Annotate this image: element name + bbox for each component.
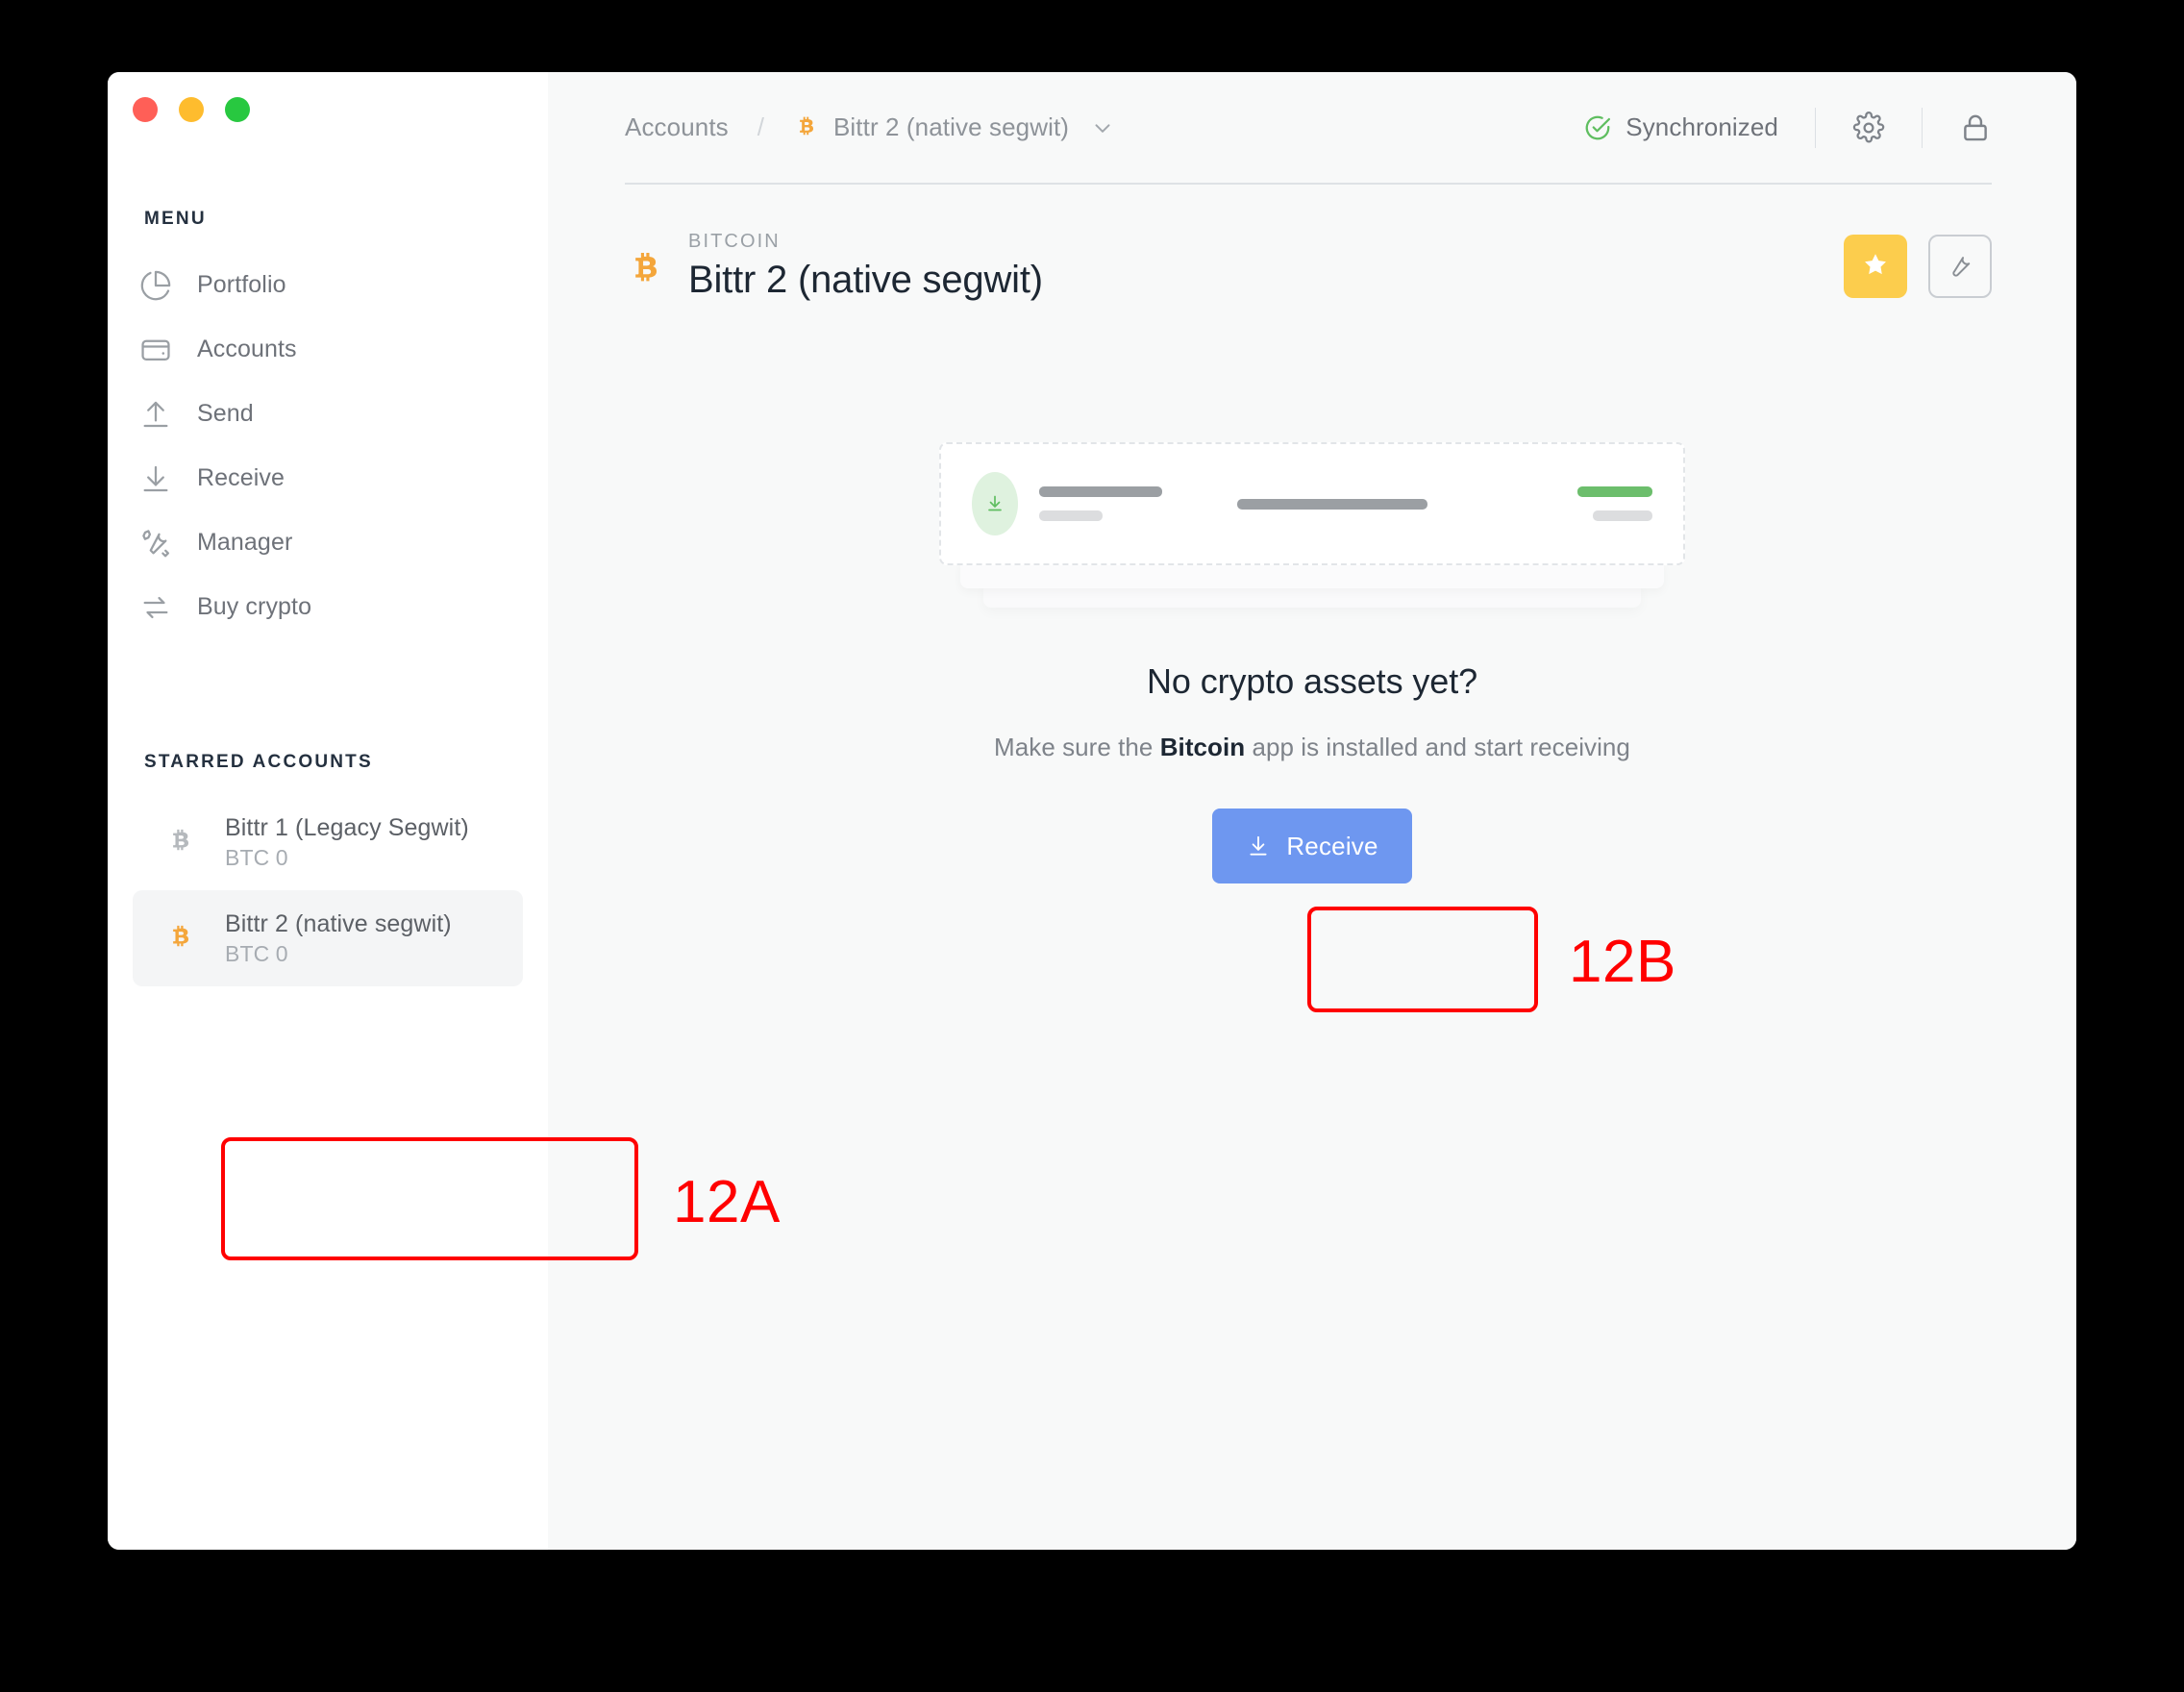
top-bar: Accounts / Bittr 2 (native segwit)	[548, 72, 2076, 183]
receive-button[interactable]: Receive	[1212, 809, 1412, 883]
account-name: Bittr 1 (Legacy Segwit)	[225, 814, 469, 842]
close-window-button[interactable]	[133, 97, 158, 122]
empty-state-subtitle: Make sure the Bitcoin app is installed a…	[994, 733, 1630, 762]
placeholder-left-lines	[1039, 486, 1162, 521]
arrow-down-icon	[139, 462, 184, 495]
sidebar-item-accounts[interactable]: Accounts	[108, 317, 548, 382]
receive-button-wrapper: Receive	[1212, 809, 1412, 883]
placeholder-bar	[1577, 486, 1652, 497]
sidebar: MENU Portfolio	[108, 72, 548, 1550]
breadcrumb-separator: /	[757, 112, 764, 142]
sidebar-item-label: Receive	[197, 464, 285, 492]
account-header-texts: BITCOIN Bittr 2 (native segwit)	[688, 231, 1043, 302]
sidebar-item-receive[interactable]: Receive	[108, 446, 548, 510]
sidebar-account-bittr-1[interactable]: Bittr 1 (Legacy Segwit) BTC 0	[133, 794, 523, 890]
account-texts: Bittr 2 (native segwit) BTC 0	[225, 910, 452, 967]
placeholder-card-stack	[939, 442, 1685, 565]
account-balance: BTC 0	[225, 845, 469, 871]
divider	[1922, 108, 1923, 148]
placeholder-card-mid	[960, 561, 1664, 588]
placeholder-operation-row	[939, 442, 1685, 565]
minimize-window-button[interactable]	[179, 97, 204, 122]
window-traffic-lights	[133, 97, 250, 122]
placeholder-mid-lines	[1237, 499, 1427, 510]
gear-icon[interactable]	[1852, 112, 1885, 144]
sidebar-account-bittr-2[interactable]: Bittr 2 (native segwit) BTC 0	[133, 890, 523, 986]
star-account-button[interactable]	[1844, 235, 1907, 298]
account-name: Bittr 2 (native segwit)	[225, 910, 452, 938]
pie-chart-icon	[139, 269, 184, 302]
annotation-label-12a: 12A	[673, 1168, 781, 1236]
tools-icon	[139, 527, 184, 560]
arrow-down-icon	[1246, 834, 1271, 858]
placeholder-bar	[1593, 510, 1652, 521]
breadcrumb-accounts[interactable]: Accounts	[625, 112, 729, 142]
sidebar-item-manager[interactable]: Manager	[108, 510, 548, 575]
main-navigation: Portfolio Accounts	[108, 253, 548, 639]
sync-status: Synchronized	[1583, 112, 1778, 142]
wallet-icon	[139, 334, 184, 366]
placeholder-bar	[1039, 486, 1162, 497]
sidebar-item-label: Portfolio	[197, 271, 286, 299]
bitcoin-icon	[625, 249, 667, 291]
subtitle-text-before: Make sure the	[994, 733, 1160, 761]
star-icon	[1862, 251, 1889, 283]
empty-state: No crypto assets yet? Make sure the Bitc…	[548, 442, 2076, 883]
wrench-icon	[1947, 251, 1973, 283]
subtitle-text-after: app is installed and start receiving	[1245, 733, 1630, 761]
application-window: MENU Portfolio	[108, 72, 2076, 1550]
bitcoin-icon	[793, 114, 820, 141]
breadcrumb-current-account[interactable]: Bittr 2 (native segwit)	[833, 112, 1069, 142]
account-texts: Bittr 1 (Legacy Segwit) BTC 0	[225, 814, 469, 871]
account-currency-label: BITCOIN	[688, 231, 1043, 253]
sidebar-account-bittr-1-wrap: Bittr 1 (Legacy Segwit) BTC 0	[108, 794, 548, 890]
breadcrumb: Accounts / Bittr 2 (native segwit)	[625, 112, 1115, 142]
placeholder-right-lines	[1577, 486, 1652, 521]
subtitle-app-name: Bitcoin	[1160, 733, 1245, 761]
arrow-down-circle-icon	[972, 472, 1018, 535]
bitcoin-icon	[165, 923, 208, 954]
annotation-label-12b: 12B	[1569, 928, 1676, 996]
divider	[1815, 108, 1816, 148]
sync-status-label: Synchronized	[1626, 112, 1778, 142]
sidebar-item-label: Accounts	[197, 336, 297, 363]
chevron-down-icon[interactable]	[1090, 115, 1115, 140]
sidebar-item-label: Buy crypto	[197, 593, 311, 621]
sidebar-item-buy-crypto[interactable]: Buy crypto	[108, 575, 548, 639]
main-content: Accounts / Bittr 2 (native segwit)	[548, 72, 2076, 1550]
placeholder-bar	[1039, 510, 1103, 521]
check-circle-icon	[1583, 113, 1612, 142]
menu-section-label: MENU	[108, 209, 548, 230]
maximize-window-button[interactable]	[225, 97, 250, 122]
account-settings-button[interactable]	[1928, 235, 1992, 298]
lock-icon[interactable]	[1959, 112, 1992, 144]
arrow-up-icon	[139, 398, 184, 431]
receive-button-label: Receive	[1286, 832, 1377, 861]
sidebar-item-send[interactable]: Send	[108, 382, 548, 446]
top-bar-actions: Synchronized	[1583, 108, 1992, 148]
placeholder-bar	[1237, 499, 1427, 510]
empty-state-title: No crypto assets yet?	[1147, 661, 1477, 702]
account-header-actions	[1844, 235, 1992, 298]
swap-icon	[139, 591, 184, 624]
sidebar-item-label: Send	[197, 400, 254, 428]
starred-accounts-list: Bittr 1 (Legacy Segwit) BTC 0 Bittr 2 (n…	[108, 794, 548, 986]
bitcoin-icon	[165, 827, 208, 858]
account-header: BITCOIN Bittr 2 (native segwit)	[548, 185, 2076, 302]
starred-accounts-section-label: STARRED ACCOUNTS	[108, 752, 548, 773]
sidebar-item-label: Manager	[197, 529, 292, 557]
sidebar-item-portfolio[interactable]: Portfolio	[108, 253, 548, 317]
page-title: Bittr 2 (native segwit)	[688, 259, 1043, 302]
sidebar-account-bittr-2-wrap: Bittr 2 (native segwit) BTC 0	[108, 890, 548, 986]
account-balance: BTC 0	[225, 941, 452, 967]
